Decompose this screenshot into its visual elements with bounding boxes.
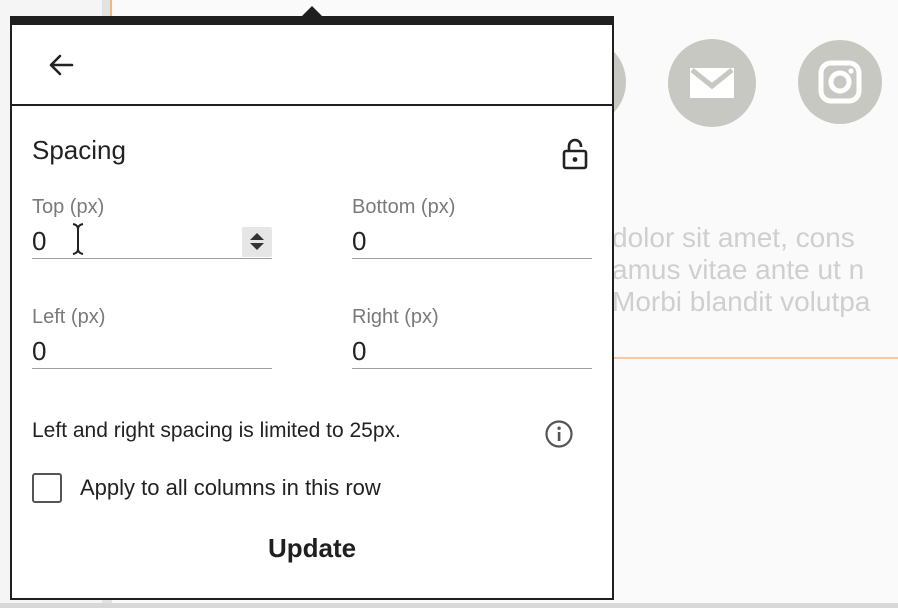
left-spacing-label: Left (px): [32, 306, 106, 328]
update-button[interactable]: Update: [202, 525, 422, 571]
canvas-body-text: dolor sit amet, cons amus vitae ante ut …: [612, 222, 898, 318]
stepper-up-icon[interactable]: [250, 233, 264, 240]
spacing-limit-note: Left and right spacing is limited to 25p…: [32, 419, 401, 442]
section-title: Spacing: [32, 135, 126, 165]
instagram-icon[interactable]: [798, 40, 882, 124]
canvas-bottom-bar: [0, 603, 898, 608]
canvas-divider: [612, 357, 898, 359]
left-spacing-input[interactable]: [32, 336, 212, 367]
popover-header: [12, 25, 612, 106]
bottom-spacing-input-wrap: [352, 225, 592, 259]
right-spacing-label: Right (px): [352, 306, 439, 328]
back-button[interactable]: [46, 50, 76, 80]
bottom-spacing-field: Bottom (px): [352, 195, 592, 259]
right-spacing-input-wrap: [352, 335, 592, 369]
number-stepper[interactable]: [242, 226, 272, 257]
mail-icon[interactable]: [668, 39, 756, 127]
bottom-spacing-input[interactable]: [352, 226, 532, 257]
right-spacing-input[interactable]: [352, 336, 532, 367]
canvas-text-line: amus vitae ante ut n: [612, 254, 865, 285]
canvas-text-line: dolor sit amet, cons: [612, 222, 855, 253]
apply-all-columns-label: Apply to all columns in this row: [80, 475, 381, 500]
left-spacing-field: Left (px): [32, 305, 272, 369]
top-spacing-label: Top (px): [32, 196, 105, 218]
top-spacing-input-wrap: [32, 225, 272, 259]
spacing-popover: Spacing Top (px) Bottom (px) Left (px): [10, 16, 614, 600]
stepper-down-icon[interactable]: [250, 243, 264, 250]
bottom-spacing-label: Bottom (px): [352, 196, 456, 218]
lock-toggle-button[interactable]: [560, 137, 590, 171]
apply-all-columns-option[interactable]: Apply to all columns in this row: [32, 473, 381, 503]
lock-open-icon: [562, 138, 588, 170]
top-spacing-input[interactable]: [32, 226, 212, 257]
top-spacing-field: Top (px): [32, 195, 272, 259]
apply-all-columns-checkbox[interactable]: [32, 473, 62, 503]
arrow-left-icon: [49, 54, 74, 75]
info-icon[interactable]: [544, 419, 574, 449]
right-spacing-field: Right (px): [352, 305, 592, 369]
left-spacing-input-wrap: [32, 335, 272, 369]
canvas-text-line: Morbi blandit volutpa: [612, 286, 871, 317]
